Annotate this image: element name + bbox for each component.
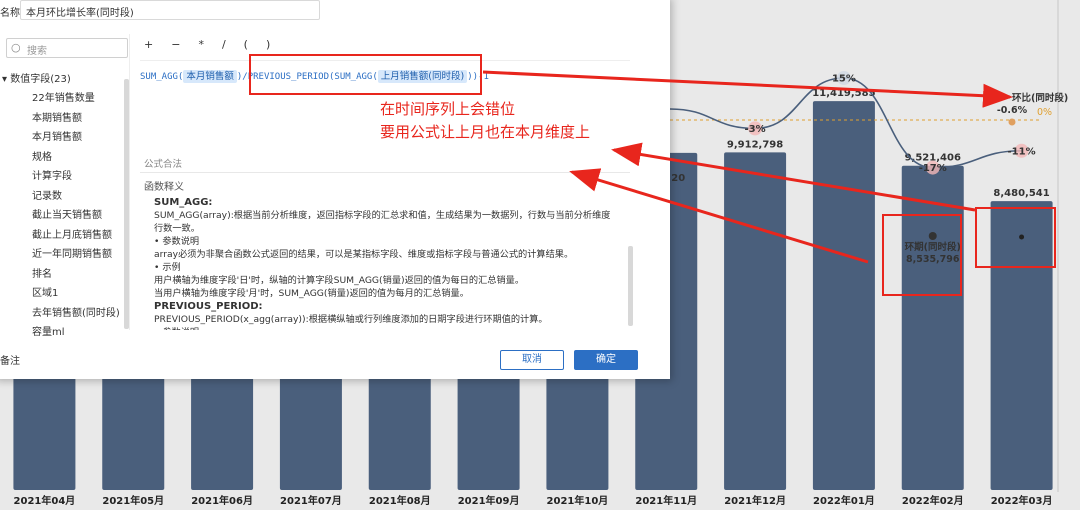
function-help-body: SUM_AGG: SUM_AGG(array):根据当前分析维度，返回指标字段的汇…: [154, 196, 618, 330]
operator-button[interactable]: +: [144, 38, 153, 51]
operator-button[interactable]: −: [171, 38, 180, 51]
field-item[interactable]: 规格: [32, 148, 120, 168]
growth-point-label: -11%: [1008, 146, 1036, 157]
help-scrollbar[interactable]: [628, 246, 633, 326]
x-tick-label: 2021年11月: [635, 494, 697, 507]
field-item[interactable]: 区域1: [32, 284, 120, 304]
annotation-text-2: 要用公式让上月也在本月维度上: [380, 123, 591, 141]
field-group-toggle[interactable]: ▾ 数值字段(23): [2, 70, 71, 85]
field-item[interactable]: 截止上月底销售额: [32, 226, 120, 246]
field-item[interactable]: 近一年同期销售额: [32, 245, 120, 265]
bar-value-label-partial: 20: [671, 173, 685, 184]
name-row: 名称 本月环比增长率(同时段): [0, 0, 324, 22]
field-list: 22年销售数量 本期销售额 本月销售额 规格 计算字段 记录数 截止当天销售额 截止上月底销售…: [32, 89, 120, 343]
remark-label: 备注: [0, 356, 20, 367]
x-tick-label: 2021年07月: [280, 494, 342, 507]
help-line: array必须为非聚合函数公式返回的结果，可以是某指标字段、维度或指标字段与普通…: [154, 249, 574, 260]
line-series-end-dot: [1008, 118, 1016, 126]
field-group-label: 数值字段(23): [10, 74, 71, 85]
field-item[interactable]: 计算字段: [32, 167, 120, 187]
search-placeholder: 搜索: [27, 46, 47, 57]
x-tick-label: 2021年05月: [102, 494, 164, 507]
formula-dialog: 名称 本月环比增长率(同时段) ○ 搜索 ▾ 数值字段(23) 22年销售数量本…: [0, 0, 670, 379]
secondary-point-mar: [1019, 234, 1025, 240]
secondary-series-name: 环期(同时段): [905, 241, 961, 253]
growth-point-label: 15%: [832, 74, 856, 85]
bar-value-label: 9,912,798: [727, 139, 783, 150]
x-tick-label: 2021年10月: [547, 494, 609, 507]
line-series-name: 环比(同时段): [1012, 92, 1068, 104]
help-line: • 参数说明: [154, 326, 618, 330]
field-panel: ○ 搜索 ▾ 数值字段(23) 22年销售数量 本期销售额 本月销售额 规格 计算字段记…: [0, 34, 130, 338]
bar-value-label: 8,480,541: [993, 188, 1049, 199]
x-tick-label: 2021年06月: [191, 494, 253, 507]
field-chip-current-month[interactable]: 本月销售额: [183, 70, 237, 83]
ok-button[interactable]: 确定: [574, 350, 638, 370]
field-item[interactable]: 去年销售额(同时段): [32, 304, 120, 324]
help-title: 函数释义: [144, 182, 184, 193]
operator-button[interactable]: *: [198, 38, 204, 51]
bar-9: [812, 101, 875, 490]
field-list-scrollbar[interactable]: [124, 79, 129, 329]
operator-bar: + − * / (): [144, 38, 288, 51]
growth-point-label: -3%: [745, 124, 766, 135]
help-line: • 参数说明: [154, 236, 200, 247]
help-line: SUM_AGG:: [154, 197, 213, 208]
cancel-button[interactable]: 取消: [500, 350, 564, 370]
bar-10: [901, 165, 964, 491]
field-item[interactable]: 排名: [32, 265, 120, 285]
formula-fn-sum-agg: SUM_AGG(: [140, 72, 184, 82]
x-tick-label: 2021年09月: [458, 494, 520, 507]
editor-divider: [140, 60, 630, 61]
help-line: • 示例: [154, 262, 181, 273]
bar-value-label: 11,419,585: [812, 88, 875, 99]
x-tick-label: 2022年02月: [902, 494, 964, 507]
x-tick-label: 2021年04月: [14, 494, 76, 507]
formula-valid-status: 公式合法: [144, 159, 183, 170]
x-tick-label: 2021年12月: [724, 494, 786, 507]
operator-button[interactable]: /: [222, 38, 226, 51]
field-item[interactable]: 容量ml: [32, 323, 120, 343]
caret-down-icon: ▾: [2, 74, 8, 85]
bar-11: [990, 201, 1053, 490]
field-item[interactable]: 本月销售额: [32, 128, 120, 148]
formula-fn-previous-period: )/PREVIOUS_PERIOD(SUM_AGG(: [236, 72, 378, 82]
help-line: PREVIOUS_PERIOD:: [154, 301, 263, 312]
secondary-series-value: 8,535,796: [906, 254, 960, 265]
search-icon: ○: [11, 41, 21, 54]
growth-point-label: -17%: [919, 163, 947, 174]
help-line: SUM_AGG(array):根据当前分析维度，返回指标字段的汇总求和值，生成结…: [154, 210, 611, 234]
zero-reference-label: 0%: [1037, 107, 1052, 118]
bar-8: [724, 152, 787, 491]
x-tick-label: 2022年01月: [813, 494, 875, 507]
name-input[interactable]: 本月环比增长率(同时段): [20, 0, 320, 20]
operator-button[interactable]: ): [266, 38, 270, 51]
help-line: PREVIOUS_PERIOD(x_agg(array)):根据横纵轴或行列维度…: [154, 314, 548, 325]
formula-editor[interactable]: SUM_AGG(本月销售额)/PREVIOUS_PERIOD(SUM_AGG(上…: [140, 68, 489, 83]
x-tick-label: 2022年03月: [991, 494, 1053, 507]
help-line: 当用户横轴为维度字段'月'时，SUM_AGG(销量)返回的值为每月的汇总销量。: [154, 288, 469, 299]
help-divider: [140, 172, 630, 173]
field-search-input[interactable]: ○ 搜索: [6, 38, 128, 58]
help-line: 用户横轴为维度字段'日'时，纵轴的计算字段SUM_AGG(销量)返回的值为每日的…: [154, 275, 525, 286]
annotation-text-1: 在时间序列上会错位: [380, 100, 516, 118]
secondary-point: [928, 232, 937, 240]
x-tick-label: 2021年08月: [369, 494, 431, 507]
line-series-last-value: -0.6%: [997, 105, 1028, 116]
field-item[interactable]: 本期销售额: [32, 109, 120, 129]
field-chip-last-month[interactable]: 上月销售额(同时段): [377, 70, 468, 83]
field-item[interactable]: 记录数: [32, 187, 120, 207]
field-item[interactable]: 截止当天销售额: [32, 206, 120, 226]
operator-button[interactable]: (: [244, 38, 248, 51]
name-label: 名称: [0, 8, 20, 19]
formula-tail: ))-1: [467, 72, 489, 82]
field-item[interactable]: 22年销售数量: [32, 89, 120, 109]
